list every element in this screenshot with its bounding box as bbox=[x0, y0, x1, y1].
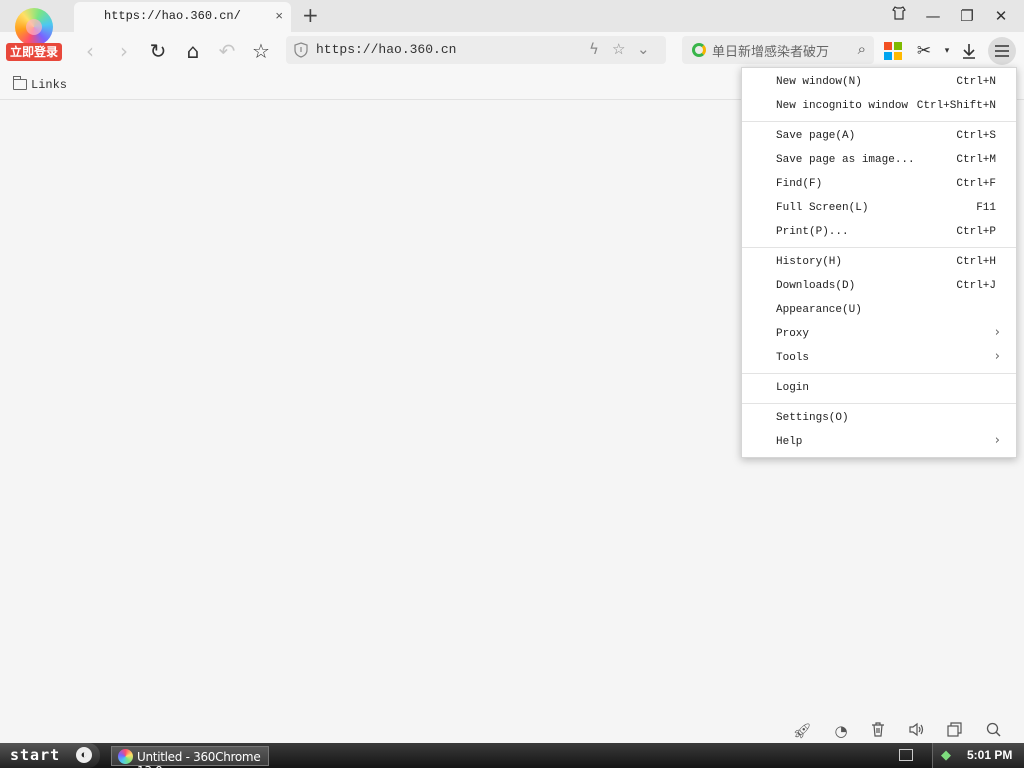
network-icon[interactable]: ◆ bbox=[941, 747, 957, 763]
bookmark-folder-links[interactable]: Links bbox=[31, 78, 67, 92]
menu-item-new-incognito-window[interactable]: New incognito window Ctrl+Shift+N bbox=[742, 94, 1016, 118]
360-logo[interactable]: 立即登录 bbox=[6, 6, 62, 62]
menu-item-appearance[interactable]: Appearance(U) bbox=[742, 298, 1016, 322]
toolbar: ‹ › ↻ ⌂ ↶ ☆ https://hao.360.cn ϟ ☆ ⌄ 单日新… bbox=[0, 32, 1024, 70]
zoom-icon[interactable] bbox=[983, 722, 1003, 742]
chevron-right-icon: › bbox=[994, 325, 1000, 340]
rocket-icon[interactable]: 🚀︎ bbox=[792, 722, 812, 742]
new-tab-button[interactable]: + bbox=[302, 3, 319, 27]
taskbar: start ◐ Untitled - 360Chrome 13.0 ◆ 5:01… bbox=[0, 743, 1024, 768]
menu-item-label: Settings(O) bbox=[776, 412, 849, 424]
clock: 5:01 PM bbox=[967, 748, 1013, 762]
menu-item-label: Proxy bbox=[776, 328, 810, 340]
menu-separator bbox=[742, 121, 1016, 122]
taskbar-item-label: Untitled - 360Chrome 13.0 bbox=[137, 750, 261, 768]
menu-item-full-screen[interactable]: Full Screen(L) F11 bbox=[742, 196, 1016, 220]
menu-item-label: History(H) bbox=[776, 256, 843, 268]
trash-icon[interactable] bbox=[868, 722, 888, 742]
browser-tab[interactable]: https://hao.360.cn/ × bbox=[74, 2, 291, 32]
start-orb-icon: ◐ bbox=[76, 747, 92, 763]
menu-item-shortcut: Ctrl+F bbox=[956, 178, 996, 190]
chevron-down-icon[interactable]: ⌄ bbox=[637, 40, 650, 58]
window-icon[interactable] bbox=[944, 722, 964, 742]
menu-item-label: Print(P)... bbox=[776, 226, 849, 238]
menu-item-label: Downloads(D) bbox=[776, 280, 856, 292]
menu-item-shortcut: Ctrl+P bbox=[956, 226, 996, 238]
menu-item-label: Save page as image... bbox=[776, 154, 915, 166]
360-logo-icon bbox=[15, 8, 53, 46]
menu-item-shortcut: Ctrl+M bbox=[956, 154, 996, 166]
address-bar[interactable]: https://hao.360.cn ϟ ☆ ⌄ bbox=[286, 36, 666, 64]
apps-icon[interactable] bbox=[884, 42, 902, 60]
forward-button[interactable]: › bbox=[111, 38, 137, 64]
search-icon[interactable]: ⌕ bbox=[858, 40, 866, 58]
start-button[interactable]: start ◐ bbox=[0, 743, 100, 768]
skin-icon[interactable] bbox=[888, 5, 910, 27]
menu-separator bbox=[742, 373, 1016, 374]
start-label: start bbox=[10, 746, 61, 764]
home-button[interactable]: ⌂ bbox=[180, 38, 206, 64]
menu-item-new-window[interactable]: New window(N) Ctrl+N bbox=[742, 70, 1016, 94]
menu-item-shortcut: Ctrl+H bbox=[956, 256, 996, 268]
star-icon[interactable]: ☆ bbox=[612, 40, 625, 58]
menu-item-label: New window(N) bbox=[776, 76, 862, 88]
menu-item-label: Login bbox=[776, 382, 810, 394]
menu-item-shortcut: F11 bbox=[976, 202, 996, 214]
menu-item-login[interactable]: Login bbox=[742, 376, 1016, 400]
menu-item-label: Save page(A) bbox=[776, 130, 856, 142]
menu-item-tools[interactable]: Tools › bbox=[742, 346, 1016, 370]
tab-strip: https://hao.360.cn/ × + — ❐ ✕ bbox=[0, 0, 1024, 32]
menu-item-find[interactable]: Find(F) Ctrl+F bbox=[742, 172, 1016, 196]
folder-icon bbox=[13, 76, 27, 90]
reload-button[interactable]: ↻ bbox=[145, 38, 171, 64]
menu-item-label: Tools bbox=[776, 352, 810, 364]
tab-title: https://hao.360.cn/ bbox=[104, 9, 241, 23]
menu-item-help[interactable]: Help › bbox=[742, 430, 1016, 454]
360-search-icon bbox=[692, 43, 706, 57]
menu-item-settings[interactable]: Settings(O) bbox=[742, 406, 1016, 430]
undo-close-tab-button[interactable]: ↶ bbox=[214, 38, 240, 64]
search-suggestion: 单日新增感染者破万 bbox=[712, 45, 830, 60]
menu-item-save-page[interactable]: Save page(A) Ctrl+S bbox=[742, 124, 1016, 148]
menu-item-label: Appearance(U) bbox=[776, 304, 862, 316]
favorite-button[interactable]: ☆ bbox=[248, 38, 274, 64]
shield-icon bbox=[294, 42, 308, 58]
keyboard-icon[interactable] bbox=[899, 749, 913, 761]
chevron-right-icon: › bbox=[994, 349, 1000, 364]
minimize-button[interactable]: — bbox=[922, 5, 944, 27]
main-menu: New window(N) Ctrl+N New incognito windo… bbox=[741, 67, 1017, 458]
menu-item-history[interactable]: History(H) Ctrl+H bbox=[742, 250, 1016, 274]
menu-icon[interactable] bbox=[988, 37, 1016, 65]
menu-item-print[interactable]: Print(P)... Ctrl+P bbox=[742, 220, 1016, 244]
search-box[interactable]: 单日新增感染者破万 ⌕ bbox=[682, 36, 874, 64]
restore-button[interactable]: ❐ bbox=[956, 5, 978, 27]
menu-item-label: Help bbox=[776, 436, 803, 448]
address-url: https://hao.360.cn bbox=[316, 42, 457, 57]
menu-item-proxy[interactable]: Proxy › bbox=[742, 322, 1016, 346]
menu-separator bbox=[742, 247, 1016, 248]
menu-item-save-page-as-image[interactable]: Save page as image... Ctrl+M bbox=[742, 148, 1016, 172]
system-tray: ◆ 5:01 PM bbox=[932, 743, 1024, 768]
menu-item-shortcut: Ctrl+Shift+N bbox=[916, 100, 996, 112]
menu-separator bbox=[742, 403, 1016, 404]
download-icon[interactable] bbox=[956, 38, 982, 64]
menu-item-label: Full Screen(L) bbox=[776, 202, 869, 214]
menu-item-label: New incognito window bbox=[776, 100, 909, 112]
menu-item-label: Find(F) bbox=[776, 178, 823, 190]
speed-icon[interactable]: ◔ bbox=[831, 722, 851, 742]
volume-icon[interactable] bbox=[906, 722, 926, 742]
chevron-right-icon: › bbox=[994, 433, 1000, 448]
back-button[interactable]: ‹ bbox=[77, 38, 103, 64]
taskbar-item-360chrome[interactable]: Untitled - 360Chrome 13.0 bbox=[111, 746, 269, 768]
menu-item-downloads[interactable]: Downloads(D) Ctrl+J bbox=[742, 274, 1016, 298]
lightning-icon[interactable]: ϟ bbox=[589, 40, 599, 58]
360chrome-icon bbox=[118, 749, 133, 764]
login-badge[interactable]: 立即登录 bbox=[6, 43, 62, 61]
menu-item-shortcut: Ctrl+J bbox=[956, 280, 996, 292]
close-window-button[interactable]: ✕ bbox=[990, 5, 1012, 27]
menu-item-shortcut: Ctrl+N bbox=[956, 76, 996, 88]
menu-item-shortcut: Ctrl+S bbox=[956, 130, 996, 142]
tab-close-icon[interactable]: × bbox=[275, 8, 283, 23]
